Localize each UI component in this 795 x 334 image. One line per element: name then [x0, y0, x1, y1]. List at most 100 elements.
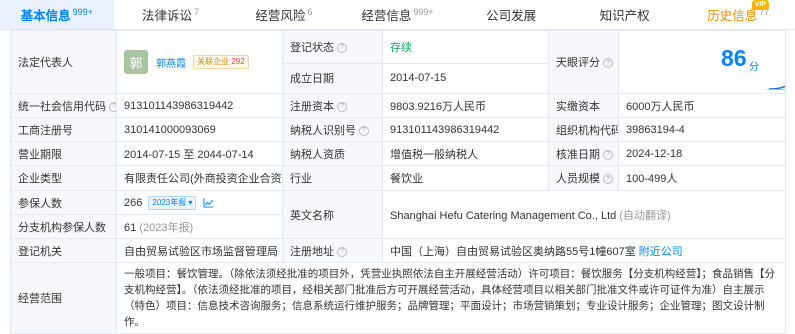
tab-basic-info-count: 999+: [72, 6, 93, 17]
tab-history-info[interactable]: 历史信息 77 VIP: [681, 0, 795, 29]
credit-code-value: 913101143986319442: [116, 93, 283, 118]
credit-code-label: 统一社会信用代码: [18, 100, 106, 113]
tab-business-info-count: 999+: [413, 6, 434, 17]
reg-status-value: 存续: [382, 30, 549, 64]
legal-rep-name-link[interactable]: 郭燕霞: [156, 59, 186, 70]
industry-label: 行业: [282, 165, 383, 191]
insured-label: 参保人数: [10, 190, 117, 215]
tab-intellectual-property-label: 知识产权: [599, 9, 650, 23]
vip-badge: VIP: [751, 0, 770, 10]
paid-capital-label: 实缴资本: [548, 93, 619, 118]
scope-value: 一般项目：餐饮管理。（除依法须经批准的项目外，凭营业执照依法自主开展经营活动）许…: [116, 262, 786, 334]
reg-status-label: 登记状态: [290, 41, 334, 54]
address-label-cell: 注册地址?: [282, 238, 383, 263]
tianyan-label: 天眼评分: [556, 57, 600, 69]
company-type-value: 有限责任公司(外商投资企业合资): [116, 165, 283, 191]
related-companies-count: 292: [231, 57, 245, 66]
taxpayer-id-label: 纳税人识别号: [290, 124, 356, 137]
term-label: 营业期限: [10, 141, 117, 166]
basic-info-table: 法定代表人 郭 郭燕霞 关联企业 292 登记状态? 存续 天眼评分? 86 分: [10, 30, 786, 334]
insured-value: 266: [124, 196, 143, 209]
staff-size-value: 100-499人: [618, 165, 786, 191]
tab-intellectual-property[interactable]: 知识产权: [568, 0, 682, 29]
reg-status-label-cell: 登记状态?: [282, 30, 383, 64]
help-icon[interactable]: ?: [359, 125, 369, 136]
taxpayer-qual-value: 增值税一般纳税人: [382, 141, 549, 166]
established-value: 2014-07-15: [382, 62, 549, 95]
annual-report-badge[interactable]: 2023年报 ▾: [148, 195, 197, 210]
nearby-companies-link[interactable]: 附近公司: [639, 246, 683, 258]
reg-authority-value: 自由贸易试验区市场监督管理局: [116, 238, 283, 263]
tab-legal-litigation-count: 7: [193, 6, 199, 17]
tab-history-info-label: 历史信息: [707, 9, 758, 23]
tab-company-development-label: 公司发展: [486, 9, 537, 23]
reg-capital-value: 9803.9216万人民币: [382, 93, 549, 118]
tab-legal-litigation[interactable]: 法律诉讼 7: [114, 0, 228, 29]
english-name-label: 英文名称: [282, 190, 383, 239]
org-code-value: 39863194-4: [618, 117, 786, 142]
help-icon[interactable]: ?: [109, 101, 116, 112]
tab-basic-info-label: 基本信息: [20, 9, 71, 23]
staff-size-label: 人员规模: [556, 173, 600, 185]
help-icon[interactable]: ?: [603, 174, 613, 185]
tianyan-score-value: 86: [721, 45, 747, 71]
legal-rep-cell: 郭 郭燕霞 关联企业 292: [116, 30, 283, 94]
english-name-cell: Shanghai Hefu Catering Management Co., L…: [382, 190, 786, 239]
industry-value: 餐饮业: [382, 165, 549, 191]
branch-insured-note: (2023年报): [139, 221, 194, 234]
org-code-label-cell: 组织机构代码?: [548, 117, 619, 142]
legal-rep-label: 法定代表人: [10, 30, 117, 94]
auto-translate-note: (自动翻译): [619, 209, 671, 222]
company-type-label: 企业类型: [10, 165, 117, 191]
insured-cell: 266 2023年报 ▾: [116, 190, 283, 215]
credit-code-label-cell: 统一社会信用代码?: [10, 93, 117, 118]
tianyan-label-cell: 天眼评分?: [548, 30, 619, 94]
established-label: 成立日期: [282, 62, 383, 95]
approval-date-value: 2024-12-18: [618, 141, 786, 166]
approval-date-label: 核准日期: [556, 148, 600, 161]
reg-no-value: 310141000093069: [116, 117, 283, 142]
taxpayer-id-label-cell: 纳税人识别号?: [282, 117, 383, 142]
help-icon[interactable]: ?: [603, 58, 613, 69]
english-name-value: Shanghai Hefu Catering Management Co., L…: [390, 209, 617, 222]
score-distribution-curve-icon: [767, 85, 785, 90]
tab-business-info[interactable]: 经营信息 999+: [341, 0, 455, 29]
related-companies-label: 关联企业: [197, 57, 230, 66]
scope-label: 经营范围: [10, 262, 117, 334]
tab-business-risk[interactable]: 经营风险 6: [227, 0, 341, 29]
tab-legal-litigation-label: 法律诉讼: [141, 9, 192, 23]
tab-company-development[interactable]: 公司发展: [454, 0, 568, 29]
tab-business-risk-label: 经营风险: [255, 9, 306, 23]
paid-capital-value: 6000万人民币: [618, 93, 786, 118]
term-value: 2014-07-15 至 2044-07-14: [116, 141, 283, 166]
tab-business-info-label: 经营信息: [361, 9, 412, 23]
branch-insured-label: 分支机构参保人数: [10, 214, 117, 239]
avatar[interactable]: 郭: [124, 50, 148, 74]
help-icon[interactable]: ?: [337, 42, 347, 53]
related-companies-tag[interactable]: 关联企业 292: [193, 55, 249, 69]
taxpayer-qual-label: 纳税人资质: [282, 141, 383, 166]
tianyan-score-widget: 86 分: [620, 32, 785, 93]
branch-insured-cell: 61 (2023年报): [116, 214, 283, 239]
help-icon[interactable]: ?: [337, 101, 347, 112]
address-label: 注册地址: [290, 245, 334, 258]
help-icon[interactable]: ?: [337, 246, 347, 257]
staff-size-label-cell: 人员规模?: [548, 165, 619, 191]
annual-report-badge-label: 2023年报: [152, 197, 187, 207]
org-code-label: 组织机构代码: [556, 124, 619, 137]
approval-date-label-cell: 核准日期?: [548, 141, 619, 166]
tianyan-score-cell[interactable]: 86 分: [618, 30, 786, 94]
reg-capital-label-cell: 注册资本?: [282, 93, 383, 118]
help-icon[interactable]: ?: [603, 149, 613, 160]
reg-capital-label: 注册资本: [290, 100, 334, 113]
address-cell: 中国（上海）自由贸易试验区奥纳路55号1幢607室 附近公司: [382, 238, 786, 263]
taxpayer-id-value: 913101143986319442: [382, 117, 549, 142]
reg-no-label: 工商注册号: [10, 117, 117, 142]
address-value: 中国（上海）自由贸易试验区奥纳路55号1幢607室: [390, 245, 636, 258]
branch-insured-value: 61: [124, 221, 137, 234]
trend-chart-icon[interactable]: [202, 197, 214, 208]
tab-basic-info[interactable]: 基本信息 999+: [0, 0, 114, 29]
tab-business-risk-count: 6: [307, 6, 313, 17]
reg-authority-label: 登记机关: [10, 238, 117, 263]
tianyan-score-unit: 分: [749, 62, 759, 73]
